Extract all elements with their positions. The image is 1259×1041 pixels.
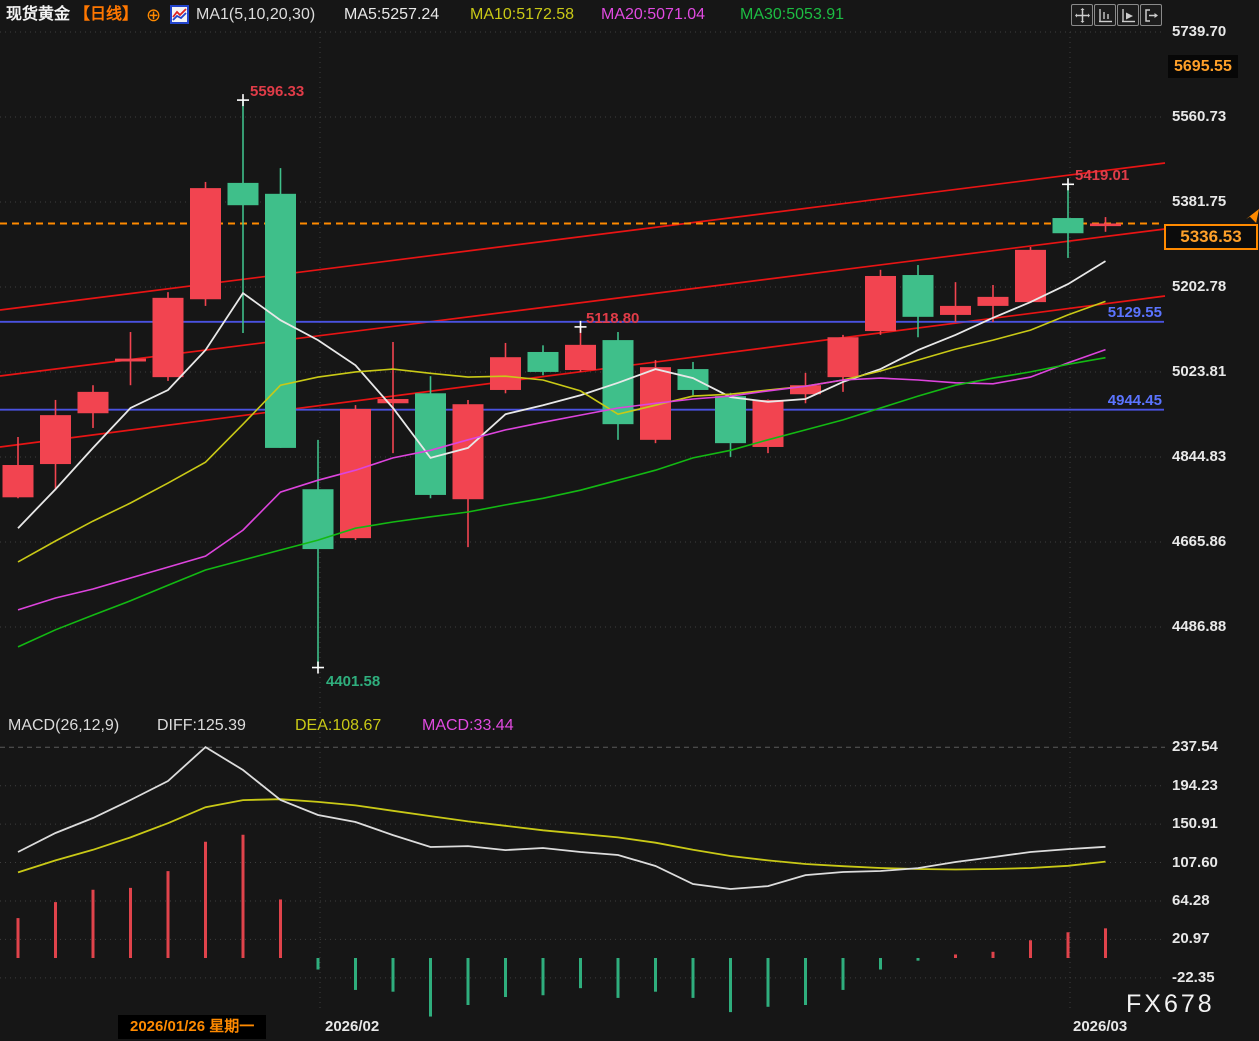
candle-body <box>152 297 184 378</box>
candle-body <box>190 188 221 300</box>
chart-type-icon[interactable] <box>170 5 189 29</box>
candle-body <box>940 305 971 315</box>
pane-next-icon <box>1121 8 1135 22</box>
macd-title: MACD(26,12,9) <box>8 717 120 734</box>
candle-body <box>677 369 709 390</box>
ma20-value: MA20:5071.04 <box>601 6 706 23</box>
extreme-cross-marker <box>312 661 324 674</box>
candle-body <box>865 275 896 332</box>
candle-body <box>490 357 521 390</box>
gridlines <box>0 31 1165 1012</box>
macd-dea-line <box>17 798 1106 874</box>
pane-prev-icon <box>1098 8 1112 22</box>
candle-body <box>77 391 109 414</box>
extreme-cross-marker <box>574 320 587 333</box>
symbol-title: 现货黄金 <box>6 6 71 23</box>
macd-value: MACD:33.44 <box>422 717 514 734</box>
pan-icon <box>1074 7 1090 23</box>
ma5-value: MA5:5257.24 <box>344 6 440 23</box>
exit-fullscreen-button[interactable] <box>1140 4 1162 26</box>
candle-body <box>527 351 559 372</box>
candles <box>2 100 1121 668</box>
candle-body <box>565 344 596 371</box>
candle-body <box>715 396 746 444</box>
trading-chart-window: { "header": { "symbol": "现货黄金", "period"… <box>0 0 1259 1041</box>
expand-icon[interactable]: ⊕ <box>146 3 161 27</box>
watermark: FX678 <box>1126 990 1215 1018</box>
ma30-value: MA30:5053.91 <box>740 6 845 23</box>
candle-body <box>1052 218 1084 234</box>
candle-body <box>1015 249 1046 303</box>
candle-body <box>115 358 146 362</box>
macd-histogram <box>16 834 1107 1017</box>
ma-group-label: MA1(5,10,20,30) <box>196 6 316 23</box>
candle-body <box>227 182 259 206</box>
extreme-cross-marker <box>237 94 249 107</box>
candle-body <box>977 296 1009 306</box>
next-pane-button[interactable] <box>1117 4 1139 26</box>
prev-pane-button[interactable] <box>1094 4 1116 26</box>
extreme-cross-marker <box>1062 178 1074 191</box>
candle-body <box>377 398 409 404</box>
pan-tool-button[interactable] <box>1071 4 1093 26</box>
candle-body <box>827 337 859 378</box>
candle-body <box>1090 223 1121 227</box>
period-label[interactable]: 【日线】 <box>74 3 138 27</box>
ma10-value: MA10:5172.58 <box>470 6 575 23</box>
candle-body <box>40 415 71 465</box>
exit-icon <box>1144 8 1158 22</box>
candle-body <box>902 275 934 317</box>
chart-canvas[interactable] <box>0 0 1259 1041</box>
macd-diff-value: DIFF:125.39 <box>157 717 246 734</box>
candle-body <box>2 465 34 498</box>
macd-dea-value: DEA:108.67 <box>295 717 382 734</box>
